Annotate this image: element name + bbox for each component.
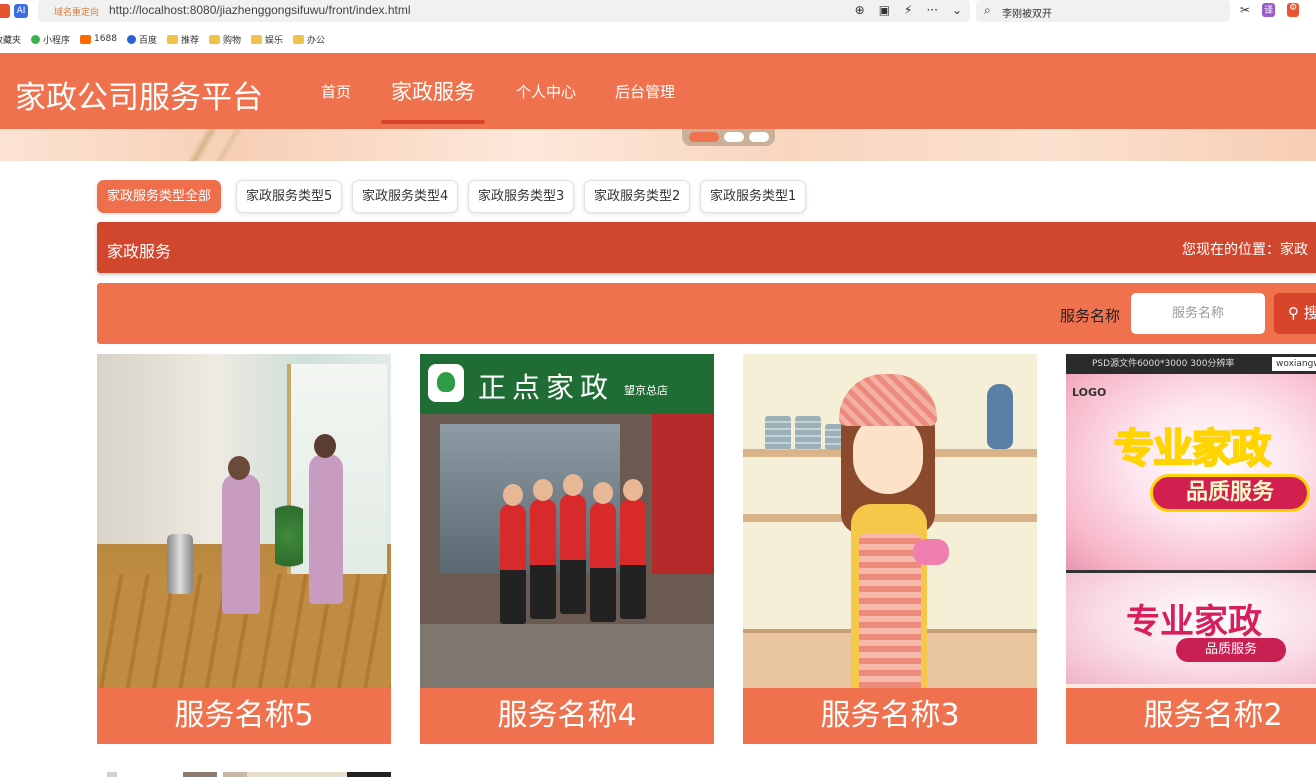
store-sign-sub: 望京总店 [624,384,668,397]
browser-toolbar: AI 域名重定向 http://localhost:8080/jiazhengg… [0,0,1316,24]
bookmark-label: 百度 [138,35,157,46]
browser-search-box[interactable]: ⌕ 李刚被双开 [976,0,1230,22]
carousel-indicators [682,129,775,146]
category-tab-type3[interactable]: 家政服务类型3 [468,180,575,213]
redirect-label: 域名重定向 [54,8,100,18]
bookmark-favorites[interactable]: 收藏夹 [0,33,21,46]
bookmark-baidu[interactable]: 百度 [126,33,157,46]
more-icon[interactable]: ··· [926,3,937,17]
baidu-icon [126,34,136,44]
breadcrumb-location: 您现在的位置：家政 [1182,242,1308,258]
store-logo [428,364,464,402]
bookmark-label: 办公 [307,35,326,46]
bookmark-label: 小程序 [43,35,71,46]
service-card-title[interactable]: 服务名称4 [420,688,714,744]
category-tab-type4[interactable]: 家政服务类型4 [352,180,459,213]
folder-icon [208,34,220,44]
nav-admin[interactable]: 后台管理 [615,81,675,102]
bookmark-1688[interactable]: 1688 [80,34,117,44]
url-text[interactable]: http://localhost:8080/jiazhenggongsifuwu… [109,3,411,17]
category-tab-type5[interactable]: 家政服务类型5 [236,180,343,213]
page-title: 家政服务 [107,242,172,261]
poster-logo: LOGO [1072,386,1107,399]
tab-icon[interactable] [0,4,10,18]
service-card[interactable]: 服务名称3 [743,354,1037,744]
service-card-image[interactable]: 正点家政 望京总店 [420,354,714,688]
service-card-title[interactable]: 服务名称2 [1066,688,1316,744]
bookmark-miniprogram[interactable]: 小程序 [31,33,70,46]
carousel-dot-active[interactable] [689,132,719,142]
poster-headline-2: 专业家政 [1126,602,1262,642]
service-card-image[interactable]: PSD源文件6000*3000 300分辨率 woxiangwo LOGO 专业… [1066,354,1316,688]
service-card-title[interactable]: 服务名称5 [97,688,391,744]
category-tab-type1[interactable]: 家政服务类型1 [700,180,807,213]
service-card[interactable]: 服务名称5 [97,354,391,744]
lightning-icon[interactable]: ⚡ [904,3,912,17]
service-name-input[interactable] [1131,293,1265,334]
bookmark-folder-office[interactable]: 办公 [293,33,325,46]
bookmark-label: 收藏夹 [0,35,22,46]
poster-badge-2: 品质服务 [1176,638,1286,662]
store-sign-text: 正点家政 [478,371,615,404]
extension-icon[interactable]: ⚙ [1287,3,1300,17]
nav-personal-center[interactable]: 个人中心 [516,81,576,102]
service-card-title[interactable]: 服务名称3 [743,688,1037,744]
address-bar[interactable]: 域名重定向 http://localhost:8080/jiazhenggong… [38,0,970,22]
nav-home[interactable]: 首页 [321,81,351,102]
scissors-icon[interactable]: ✂ [1240,3,1250,17]
search-label: 服务名称 [1060,307,1121,325]
next-row-card-peek [97,772,391,777]
search-panel: 服务名称 ⚲ 搜 [97,283,1316,344]
bookmark-folder-entertainment[interactable]: 娱乐 [250,33,283,46]
ai-icon[interactable]: AI [14,4,28,18]
browser-right-tools: ✂ 译 ⚙ [1240,3,1300,17]
bookmark-label: 购物 [222,35,241,46]
category-tab-all[interactable]: 家政服务类型全部 [97,180,222,213]
browser-search-text[interactable]: 李刚被双开 [1002,5,1052,20]
nav-services[interactable]: 家政服务 [391,76,475,106]
site-logo[interactable]: 家政公司服务平台 [15,72,263,117]
service-card-image[interactable] [743,354,1037,688]
chevron-down-icon[interactable]: ⌄ [952,3,962,17]
banner-decoration [150,129,270,161]
carousel-dot[interactable] [724,132,744,142]
carousel-dot[interactable] [749,132,769,142]
poster-watermark: woxiangwo [1272,357,1316,371]
miniprogram-icon [31,34,41,44]
search-button-label: 搜 [1303,304,1316,322]
bookmark-folder-shopping[interactable]: 购物 [208,33,241,46]
folder-icon [166,34,178,44]
banner-carousel[interactable] [0,129,1316,161]
service-card[interactable]: PSD源文件6000*3000 300分辨率 woxiangwo LOGO 专业… [1066,354,1316,744]
category-tab-type2[interactable]: 家政服务类型2 [584,180,691,213]
1688-icon [80,34,92,44]
search-icon: ⚲ [1288,304,1299,322]
poster-headline: 专业家政 [1113,425,1272,473]
nav-active-indicator [381,120,485,124]
folder-icon [250,34,262,44]
translate-icon[interactable]: 译 [1262,3,1276,17]
bookmark-label: 娱乐 [264,35,283,46]
bookmark-label: 1688 [94,34,117,44]
bookmark-label: 推荐 [180,35,199,46]
service-card-image[interactable] [97,354,391,688]
poster-badge: 品质服务 [1150,474,1310,512]
bookmark-folder-recommend[interactable]: 推荐 [166,33,199,46]
breadcrumb: 家政服务 您现在的位置：家政 [97,222,1316,273]
service-card[interactable]: 正点家政 望京总店 服务名称4 [420,354,714,744]
site-header: 家政公司服务平台 首页 家政服务 个人中心 后台管理 [0,53,1316,129]
screenshot-icon[interactable]: ▣ [879,3,890,17]
address-bar-tools: ⊕ ▣ ⚡ ··· ⌄ [855,3,962,17]
zoom-icon[interactable]: ⊕ [855,3,865,17]
bookmarks-bar: 收藏夹 小程序 1688 百度 推荐 购物 娱乐 办公 [0,28,1316,50]
search-button[interactable]: ⚲ 搜 [1274,293,1316,334]
folder-icon [293,34,304,44]
search-icon: ⌕ [984,3,991,17]
